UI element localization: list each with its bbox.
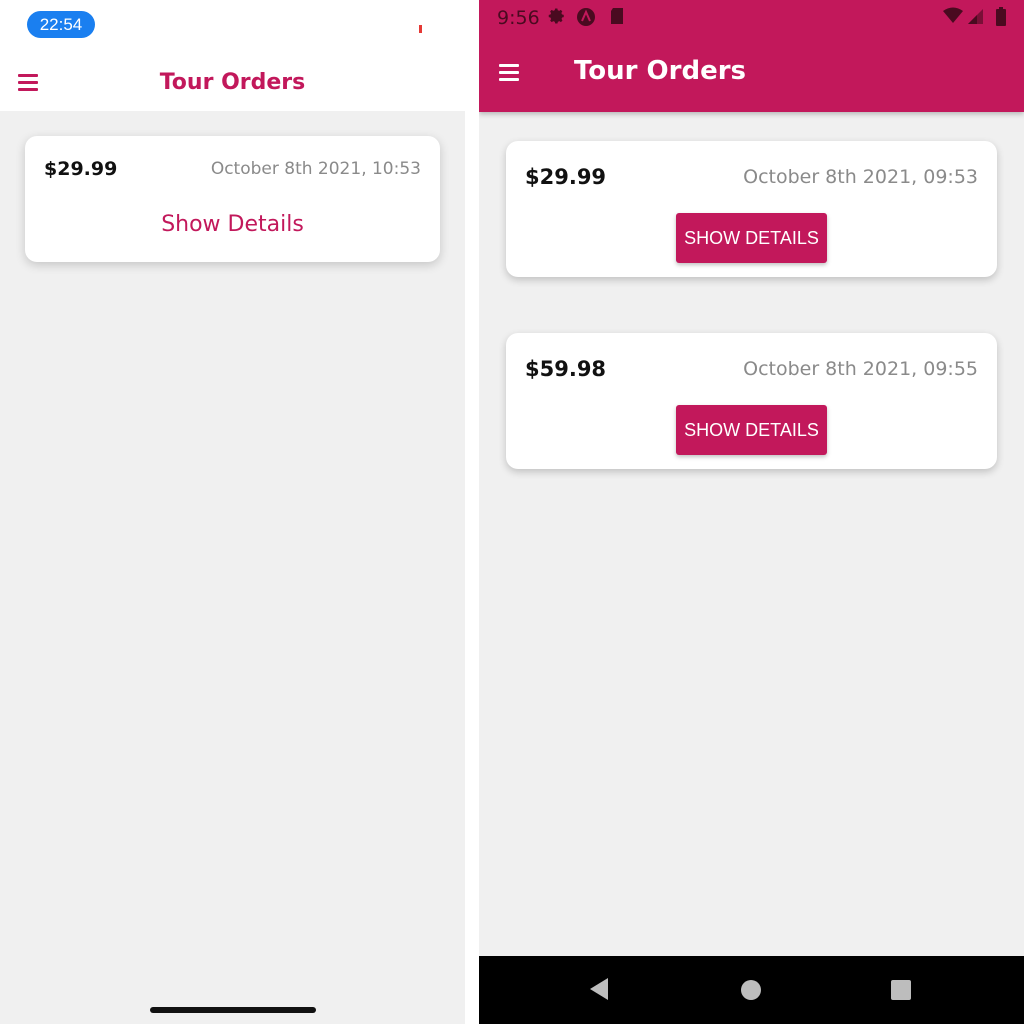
ios-status-time: 22:54: [27, 11, 95, 38]
order-card: $59.98 October 8th 2021, 09:55 SHOW DETA…: [506, 333, 997, 469]
android-screen: 9:56 Tour Orders $29.99 October 8th 2021…: [479, 0, 1024, 1024]
panel-divider: [465, 0, 479, 1024]
page-title: Tour Orders: [574, 56, 746, 86]
show-details-button[interactable]: SHOW DETAILS: [676, 213, 827, 263]
signal-icon: [965, 7, 985, 27]
order-card: $29.99 October 8th 2021, 09:53 SHOW DETA…: [506, 141, 997, 277]
order-date: October 8th 2021, 09:55: [743, 358, 978, 380]
order-date: October 8th 2021, 09:53: [743, 166, 978, 188]
android-nav-bar: [479, 956, 1024, 1024]
wifi-icon: [943, 7, 963, 27]
android-app-bar: 9:56 Tour Orders: [479, 0, 1024, 112]
order-price: $59.98: [525, 357, 607, 381]
back-triangle-icon[interactable]: [590, 978, 608, 1000]
page-title: Tour Orders: [159, 70, 306, 95]
ios-header: 22:54 Tour Orders: [0, 0, 465, 111]
hamburger-menu-icon[interactable]: [499, 64, 519, 82]
recording-indicator-icon: [419, 25, 422, 33]
home-indicator[interactable]: [150, 1007, 316, 1013]
order-price: $29.99: [525, 165, 607, 189]
battery-icon: [991, 7, 1011, 27]
app-a-icon: [576, 7, 596, 27]
order-date: October 8th 2021, 10:53: [210, 159, 421, 179]
show-details-button[interactable]: Show Details: [25, 212, 440, 237]
recents-square-icon[interactable]: [891, 980, 911, 1000]
ios-screen: 22:54 Tour Orders $29.99 October 8th 202…: [0, 0, 465, 1024]
order-price: $29.99: [44, 158, 118, 180]
android-status-time: 9:56: [497, 7, 540, 29]
order-card: $29.99 October 8th 2021, 10:53 Show Deta…: [25, 136, 440, 262]
show-details-button[interactable]: SHOW DETAILS: [676, 405, 827, 455]
home-circle-icon[interactable]: [741, 980, 761, 1000]
sd-card-icon: [607, 7, 627, 27]
settings-icon: [547, 7, 567, 27]
